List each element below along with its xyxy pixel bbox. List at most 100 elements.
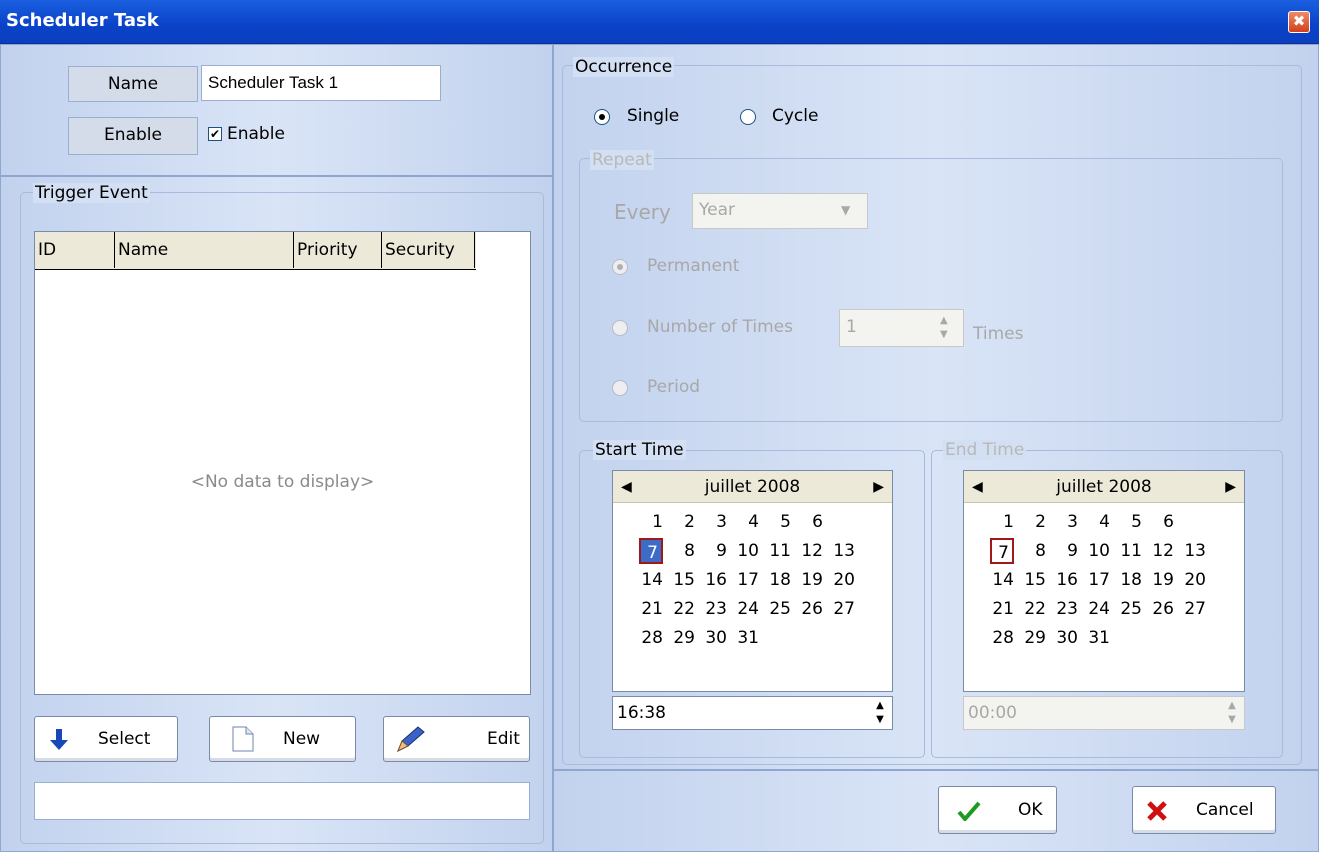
calendar-day[interactable]: 2 bbox=[671, 509, 695, 535]
calendar-day[interactable]: 26 bbox=[799, 596, 823, 622]
end-time-legend: End Time bbox=[943, 440, 1027, 460]
name-input[interactable] bbox=[201, 65, 441, 101]
calendar-day[interactable]: 1 bbox=[639, 509, 663, 535]
permanent-radio[interactable] bbox=[612, 259, 628, 275]
calendar-day[interactable]: 8 bbox=[671, 538, 695, 564]
calendar-day[interactable]: 16 bbox=[1054, 567, 1078, 593]
calendar-day[interactable]: 17 bbox=[1086, 567, 1110, 593]
close-button[interactable]: ✖ bbox=[1288, 11, 1310, 33]
calendar-day[interactable]: 22 bbox=[1022, 596, 1046, 622]
calendar-day[interactable]: 19 bbox=[1150, 567, 1174, 593]
calendar-day[interactable]: 27 bbox=[1182, 596, 1206, 622]
calendar-day[interactable]: 14 bbox=[990, 567, 1014, 593]
calendar-day[interactable]: 4 bbox=[735, 509, 759, 535]
period-radio[interactable] bbox=[612, 380, 628, 396]
calendar-day[interactable]: 20 bbox=[1182, 567, 1206, 593]
calendar-day[interactable]: 13 bbox=[1182, 538, 1206, 564]
calendar-day[interactable]: 30 bbox=[1054, 625, 1078, 651]
column-priority[interactable]: Priority bbox=[294, 232, 382, 268]
calendar-day[interactable]: 10 bbox=[735, 538, 759, 564]
calendar-day[interactable]: 11 bbox=[1118, 538, 1142, 564]
calendar-day[interactable]: 23 bbox=[1054, 596, 1078, 622]
calendar-day[interactable]: 6 bbox=[799, 509, 823, 535]
calendar-day[interactable]: 21 bbox=[990, 596, 1014, 622]
calendar-day[interactable]: 31 bbox=[1086, 625, 1110, 651]
calendar-day[interactable]: 29 bbox=[1022, 625, 1046, 651]
calendar-day[interactable]: 15 bbox=[671, 567, 695, 593]
every-select[interactable]: Year ▼ bbox=[692, 193, 868, 229]
calendar-day[interactable]: 20 bbox=[831, 567, 855, 593]
calendar-day[interactable]: 6 bbox=[1150, 509, 1174, 535]
calendar-day[interactable]: 13 bbox=[831, 538, 855, 564]
number-of-times-stepper[interactable]: 1 ▲ ▼ bbox=[839, 309, 964, 347]
calendar-day[interactable]: 7 bbox=[639, 538, 663, 564]
edit-button[interactable]: Edit bbox=[383, 716, 530, 762]
column-id[interactable]: ID bbox=[35, 232, 115, 268]
calendar-day[interactable]: 21 bbox=[639, 596, 663, 622]
calendar-day[interactable]: 26 bbox=[1150, 596, 1174, 622]
calendar-day[interactable]: 8 bbox=[1022, 538, 1046, 564]
single-radio[interactable] bbox=[594, 109, 610, 125]
end-time-stepper[interactable]: 00:00 ▲ ▼ bbox=[963, 696, 1245, 730]
every-select-value: Year bbox=[699, 200, 735, 220]
number-of-times-value: 1 bbox=[846, 317, 857, 337]
calendar-day[interactable]: 18 bbox=[1118, 567, 1142, 593]
calendar-day[interactable]: 5 bbox=[1118, 509, 1142, 535]
calendar-day[interactable]: 17 bbox=[735, 567, 759, 593]
calendar-day[interactable]: 24 bbox=[1086, 596, 1110, 622]
select-button[interactable]: Select bbox=[34, 716, 178, 762]
calendar-day[interactable]: 24 bbox=[735, 596, 759, 622]
calendar-day[interactable]: 3 bbox=[1054, 509, 1078, 535]
calendar-day[interactable]: 7 bbox=[990, 538, 1014, 564]
calendar-day[interactable]: 23 bbox=[703, 596, 727, 622]
pencil-icon bbox=[397, 726, 425, 753]
start-calendar[interactable]: ◀ juillet 2008 ▶ 1 2 3 4 5 6 7 8 9 10 11 12 13 14 15 16… bbox=[612, 470, 893, 692]
ok-button[interactable]: OK bbox=[938, 786, 1057, 834]
stepper-arrows-icon: ▲ ▼ bbox=[940, 315, 948, 340]
start-time-stepper[interactable]: 16:38 ▲ ▼ bbox=[612, 696, 893, 730]
calendar-day[interactable]: 1 bbox=[990, 509, 1014, 535]
column-security[interactable]: Security bbox=[382, 232, 475, 268]
calendar-day[interactable]: 4 bbox=[1086, 509, 1110, 535]
prev-month-icon[interactable]: ◀ bbox=[621, 471, 632, 503]
prev-month-icon[interactable]: ◀ bbox=[972, 471, 983, 503]
next-month-icon[interactable]: ▶ bbox=[1225, 471, 1236, 503]
trigger-grid[interactable]: ID Name Priority Security <No data to di… bbox=[34, 231, 531, 695]
calendar-day[interactable]: 28 bbox=[990, 625, 1014, 651]
calendar-day[interactable]: 28 bbox=[639, 625, 663, 651]
permanent-label: Permanent bbox=[647, 256, 740, 276]
calendar-day[interactable]: 19 bbox=[799, 567, 823, 593]
calendar-day[interactable]: 25 bbox=[1118, 596, 1142, 622]
calendar-day[interactable]: 9 bbox=[1054, 538, 1078, 564]
enable-checkbox[interactable]: ✔ bbox=[208, 127, 222, 141]
calendar-day[interactable]: 31 bbox=[735, 625, 759, 651]
calendar-day[interactable]: 5 bbox=[767, 509, 791, 535]
end-calendar[interactable]: ◀ juillet 2008 ▶ 1 2 3 4 5 6 7 8 9 10 11 12 13 14 15 16… bbox=[963, 470, 1245, 692]
calendar-day[interactable]: 14 bbox=[639, 567, 663, 593]
calendar-day[interactable]: 12 bbox=[1150, 538, 1174, 564]
calendar-day[interactable]: 22 bbox=[671, 596, 695, 622]
calendar-day[interactable]: 18 bbox=[767, 567, 791, 593]
new-button[interactable]: New bbox=[209, 716, 356, 762]
calendar-day[interactable]: 29 bbox=[671, 625, 695, 651]
calendar-day[interactable]: 27 bbox=[831, 596, 855, 622]
calendar-day[interactable]: 3 bbox=[703, 509, 727, 535]
calendar-day[interactable]: 2 bbox=[1022, 509, 1046, 535]
calendar-day[interactable]: 15 bbox=[1022, 567, 1046, 593]
calendar-day[interactable]: 10 bbox=[1086, 538, 1110, 564]
calendar-day[interactable]: 11 bbox=[767, 538, 791, 564]
next-month-icon[interactable]: ▶ bbox=[873, 471, 884, 503]
status-field[interactable] bbox=[34, 782, 530, 820]
calendar-day[interactable]: 30 bbox=[703, 625, 727, 651]
task-header-panel bbox=[0, 44, 553, 176]
cycle-radio[interactable] bbox=[740, 109, 756, 125]
calendar-day[interactable]: 25 bbox=[767, 596, 791, 622]
calendar-day[interactable]: 9 bbox=[703, 538, 727, 564]
window-title: Scheduler Task bbox=[6, 10, 159, 31]
column-name[interactable]: Name bbox=[115, 232, 294, 268]
calendar-day[interactable]: 16 bbox=[703, 567, 727, 593]
start-calendar-month: juillet 2008 bbox=[704, 477, 801, 497]
number-of-times-radio[interactable] bbox=[612, 320, 628, 336]
cancel-button[interactable]: Cancel bbox=[1132, 786, 1276, 834]
calendar-day[interactable]: 12 bbox=[799, 538, 823, 564]
